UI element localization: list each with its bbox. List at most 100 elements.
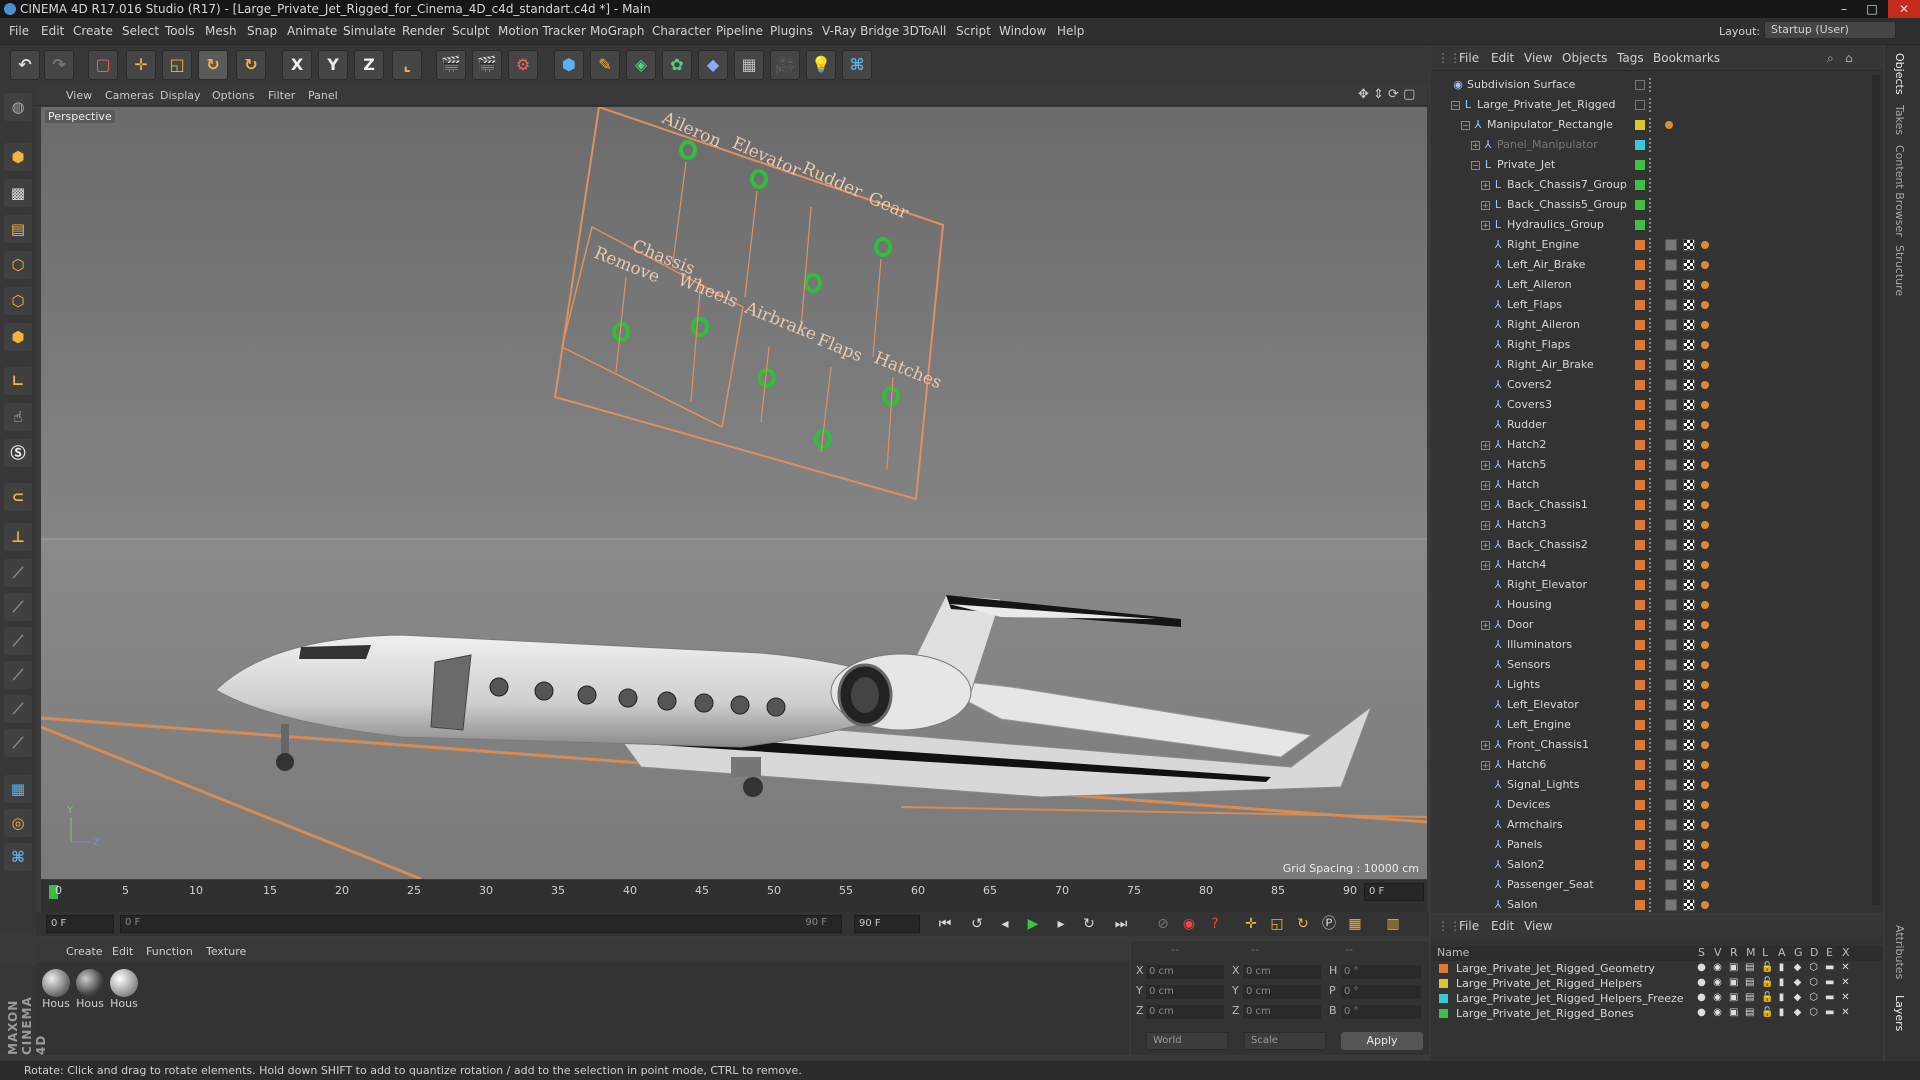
texture-tag-icon[interactable] [1683, 239, 1695, 251]
layer-color-swatch[interactable] [1635, 160, 1645, 170]
object-row[interactable]: ⅄ Right_Aileron [1431, 315, 1883, 335]
layer-color-swatch[interactable] [1635, 660, 1645, 670]
viewport-menu-view[interactable]: View [66, 89, 92, 102]
edges-mode-icon[interactable]: ⬡ [4, 287, 32, 315]
keyframe-selection-icon[interactable]: ? [1204, 914, 1226, 934]
layer-name[interactable]: Large_Private_Jet_Rigged_Bones [1456, 1006, 1634, 1021]
material-tag-icon[interactable] [1665, 299, 1677, 311]
expression-tag-icon[interactable] [1701, 781, 1709, 789]
object-name[interactable]: Hatch5 [1507, 455, 1546, 475]
object-name[interactable]: Left_Flaps [1507, 295, 1562, 315]
deformer-icon[interactable]: ◆ [698, 50, 728, 80]
layer-color-swatch[interactable] [1635, 340, 1645, 350]
material-tag-icon[interactable] [1665, 779, 1677, 791]
object-row[interactable]: ⅄ Right_Flaps [1431, 335, 1883, 355]
object-row[interactable]: + ⅄ Back_Chassis1 [1431, 495, 1883, 515]
animation-icon[interactable]: ▮ [1777, 1008, 1786, 1018]
object-name[interactable]: Lights [1507, 675, 1540, 695]
visibility-dots[interactable] [1649, 178, 1653, 192]
lm-menu-file[interactable]: File [1459, 919, 1479, 933]
menu-mograph[interactable]: MoGraph [590, 24, 645, 38]
layer-color-swatch[interactable] [1439, 979, 1448, 988]
visibility-dots[interactable] [1649, 238, 1653, 252]
material-tag-icon[interactable] [1665, 559, 1677, 571]
object-name[interactable]: Front_Chassis1 [1507, 735, 1589, 755]
viewport-camera-label[interactable]: Perspective [45, 110, 115, 123]
menu-vray-bridge[interactable]: V-Ray Bridge [822, 24, 899, 38]
visibility-dots[interactable] [1649, 418, 1653, 432]
object-row[interactable]: + ⅄ Door [1431, 615, 1883, 635]
expression-tag-icon[interactable] [1701, 901, 1709, 909]
lock-icon[interactable]: 🔓 [1761, 1008, 1773, 1018]
texture-tag-icon[interactable] [1683, 899, 1695, 911]
material-tag-icon[interactable] [1665, 399, 1677, 411]
object-row[interactable]: ⅄ Illuminators [1431, 635, 1883, 655]
object-name[interactable]: Illuminators [1507, 635, 1572, 655]
visibility-dots[interactable] [1649, 638, 1653, 652]
lock-x-icon[interactable]: X [282, 50, 312, 80]
visibility-dots[interactable] [1649, 358, 1653, 372]
layer-color-swatch[interactable] [1635, 360, 1645, 370]
layer-color-swatch[interactable] [1635, 560, 1645, 570]
coord-pos-y-field[interactable]: 0 cm [1146, 985, 1224, 999]
view-icon[interactable]: ◉ [1713, 978, 1722, 988]
layer-color-swatch[interactable] [1635, 820, 1645, 830]
object-row[interactable]: + ⅄ Back_Chassis2 [1431, 535, 1883, 555]
edit-render-settings-icon[interactable]: ⚙ [508, 50, 538, 80]
expression-tag-icon[interactable] [1701, 701, 1709, 709]
om-menu-view[interactable]: View [1524, 51, 1552, 65]
object-name[interactable]: Devices [1507, 795, 1550, 815]
live-selection-icon[interactable]: ▢ [88, 50, 118, 80]
object-name[interactable]: Panel_Manipulator [1497, 135, 1598, 155]
object-name[interactable]: Right_Air_Brake [1507, 355, 1594, 375]
view-icon[interactable]: ◉ [1713, 993, 1722, 1003]
material-tag-icon[interactable] [1665, 539, 1677, 551]
object-row[interactable]: ⅄ Left_Air_Brake [1431, 255, 1883, 275]
python-script-icon[interactable]: ⌘ [4, 843, 32, 871]
visibility-dots[interactable] [1649, 678, 1653, 692]
menu-tools[interactable]: Tools [165, 24, 195, 38]
tweak-mode-icon[interactable]: ☝ [4, 403, 32, 431]
object-name[interactable]: Salon2 [1507, 855, 1544, 875]
expression-tag-icon[interactable] [1701, 461, 1709, 469]
lock-y-icon[interactable]: Y [318, 50, 348, 80]
axis-lock-icon[interactable]: ⊥ [4, 523, 32, 551]
object-name[interactable]: Housing [1507, 595, 1552, 615]
expression-tag-icon[interactable] [1701, 561, 1709, 569]
material-tag-icon[interactable] [1665, 499, 1677, 511]
visibility-dots[interactable] [1649, 798, 1653, 812]
layer-color-swatch[interactable] [1635, 600, 1645, 610]
move-icon[interactable]: ✛ [126, 50, 156, 80]
layer-color-swatch[interactable] [1635, 540, 1645, 550]
material-tag-icon[interactable] [1665, 719, 1677, 731]
texture-tag-icon[interactable] [1683, 759, 1695, 771]
layer-color-swatch[interactable] [1635, 780, 1645, 790]
object-name[interactable]: Hatch2 [1507, 435, 1546, 455]
python-icon[interactable]: ⌘ [842, 50, 872, 80]
generators-icon[interactable]: ◆ [1793, 963, 1802, 973]
layer-color-swatch[interactable] [1635, 120, 1645, 130]
object-name[interactable]: Back_Chassis2 [1507, 535, 1588, 555]
visibility-dots[interactable] [1649, 98, 1653, 112]
xref-icon[interactable]: ✕ [1841, 963, 1850, 973]
expand-toggle-icon[interactable]: + [1481, 201, 1490, 210]
light-icon[interactable]: 💡 [806, 50, 836, 80]
expand-toggle-icon[interactable]: + [1481, 221, 1490, 230]
go-to-end-icon[interactable]: ⏭ [1110, 914, 1132, 934]
material-tag-icon[interactable] [1665, 579, 1677, 591]
points-mode-icon[interactable]: ⬡ [4, 251, 32, 279]
material-tag-icon[interactable] [1665, 359, 1677, 371]
object-manager-scrollbar[interactable] [1872, 75, 1880, 905]
visibility-dots[interactable] [1649, 578, 1653, 592]
material-tag-icon[interactable] [1665, 699, 1677, 711]
visibility-dots[interactable] [1649, 338, 1653, 352]
texture-tag-icon[interactable] [1683, 519, 1695, 531]
expand-toggle-icon[interactable]: + [1481, 521, 1490, 530]
layer-color-swatch[interactable] [1635, 320, 1645, 330]
visibility-dots[interactable] [1649, 518, 1653, 532]
expression-tag-icon[interactable] [1665, 121, 1673, 129]
texture-tag-icon[interactable] [1683, 539, 1695, 551]
camera-icon[interactable]: 🎥 [770, 50, 800, 80]
material-tag-icon[interactable] [1665, 819, 1677, 831]
go-to-start-icon[interactable]: ⏮ [934, 914, 956, 934]
